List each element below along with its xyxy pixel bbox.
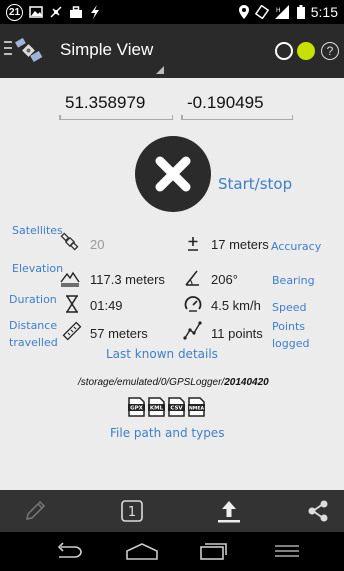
annotate-button[interactable] xyxy=(18,490,52,532)
bottom-toolbar: 1 xyxy=(0,490,344,532)
share-icon xyxy=(308,500,328,522)
points-annotation-line1: Points xyxy=(272,320,306,333)
last-known-details-annotation: Last known details xyxy=(106,347,218,361)
gpx-file-label: GPX xyxy=(130,406,144,412)
speedometer-icon xyxy=(184,296,202,312)
share-button[interactable] xyxy=(302,490,334,532)
status-indicator-inactive xyxy=(275,42,293,60)
help-icon[interactable]: ? xyxy=(321,42,339,60)
notification-count-badge: 21 xyxy=(6,3,23,21)
satellite-logo-icon[interactable] xyxy=(14,36,44,66)
csv-file-icon: CSV xyxy=(168,397,185,417)
menu-icon xyxy=(275,545,299,557)
view-title[interactable]: Simple View xyxy=(60,40,153,60)
accuracy-annotation: Accuracy xyxy=(271,240,322,253)
cell-signal-icon: H xyxy=(274,5,289,19)
satellite-icon xyxy=(60,232,79,251)
drawer-toggle-icon[interactable] xyxy=(4,41,14,61)
image-notification-icon xyxy=(29,6,43,18)
clock: 5:15 xyxy=(310,4,338,20)
file-path-types-annotation: File path and types xyxy=(110,426,225,440)
satellites-value: 20 xyxy=(90,237,105,252)
speed-annotation: Speed xyxy=(272,301,307,314)
file-path: /storage/emulated/0/GPSLogger/20140420 xyxy=(78,377,269,388)
start-stop-annotation: Start/stop xyxy=(218,175,293,193)
menu-button[interactable] xyxy=(270,530,304,571)
plus-minus-icon xyxy=(188,237,198,251)
ruler-icon xyxy=(62,321,82,341)
no-location-icon xyxy=(50,6,62,18)
upload-button[interactable] xyxy=(212,490,246,532)
system-nav-bar xyxy=(0,532,344,571)
satellites-annotation: Satellites xyxy=(12,224,63,237)
bearing-value: 206° xyxy=(211,272,238,287)
briefcase-icon xyxy=(70,5,82,18)
close-icon xyxy=(155,156,191,192)
home-icon xyxy=(126,543,158,560)
hourglass-icon xyxy=(66,295,78,313)
mountain-icon xyxy=(60,271,80,287)
back-icon xyxy=(57,542,82,558)
rotation-icon xyxy=(254,5,269,19)
page-indicator: 1 xyxy=(128,505,136,520)
longitude-field: -0.190495 xyxy=(181,93,293,120)
recents-icon xyxy=(200,543,227,560)
recents-button[interactable] xyxy=(198,530,228,571)
start-stop-button[interactable] xyxy=(135,136,211,212)
bearing-annotation: Bearing xyxy=(272,274,315,287)
view-spinner-indicator xyxy=(156,66,164,74)
status-bar: 21 H 5:15 xyxy=(0,0,344,24)
csv-file-label: CSV xyxy=(170,406,183,412)
status-left-icons: 21 xyxy=(6,3,101,21)
points-path-icon xyxy=(183,321,202,340)
duration-annotation: Duration xyxy=(9,293,57,306)
upload-icon xyxy=(218,501,240,523)
battery-icon xyxy=(296,5,305,19)
distance-value: 57 meters xyxy=(90,326,148,341)
duration-value: 01:49 xyxy=(90,298,123,313)
gpx-file-icon: GPX xyxy=(128,397,145,417)
signal-bolt-icon xyxy=(91,5,99,19)
points-value: 11 points xyxy=(211,326,263,341)
action-bar: Simple View ? xyxy=(0,24,344,78)
nmea-file-label: NMEA xyxy=(189,405,205,411)
elevation-value: 117.3 meters xyxy=(90,272,165,287)
file-path-folder: 20140420 xyxy=(224,377,269,388)
bearing-angle-icon xyxy=(185,270,199,286)
nmea-file-icon: NMEA xyxy=(188,397,205,417)
status-right-icons: H 5:15 xyxy=(238,3,338,21)
distance-annotation-line1: Distance xyxy=(9,319,58,332)
speed-value: 4.5 km/h xyxy=(211,298,261,313)
file-path-prefix: /storage/emulated/0/GPSLogger/ xyxy=(78,377,225,388)
pencil-icon xyxy=(26,500,46,520)
accuracy-value: 17 meters xyxy=(211,237,269,252)
status-indicator-active xyxy=(297,42,315,60)
home-button[interactable] xyxy=(124,530,160,571)
page-button[interactable]: 1 xyxy=(116,490,148,532)
svg-text:H: H xyxy=(276,7,281,14)
elevation-annotation: Elevation xyxy=(12,262,64,275)
latitude-field: 51.358979 xyxy=(59,93,173,120)
distance-annotation-line2: travelled xyxy=(9,336,58,349)
back-button[interactable] xyxy=(54,530,84,571)
kml-file-label: KML xyxy=(150,406,164,412)
page-one-icon: 1 xyxy=(121,500,143,522)
points-annotation-line2: logged xyxy=(272,337,310,350)
kml-file-icon: KML xyxy=(148,397,165,417)
location-pin-icon xyxy=(238,5,249,19)
